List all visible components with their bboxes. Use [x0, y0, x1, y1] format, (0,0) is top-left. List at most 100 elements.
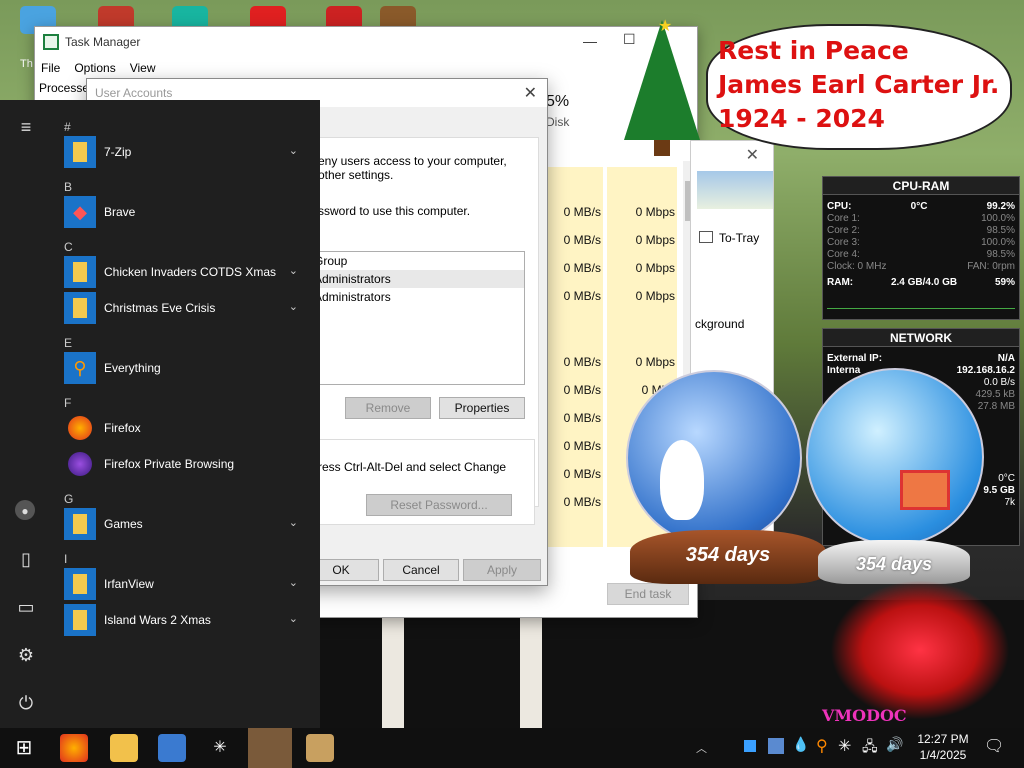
firefox-icon[interactable]	[60, 734, 88, 762]
start-app-item[interactable]: ◆ Brave	[64, 196, 312, 228]
start-app-item[interactable]: Firefox	[64, 412, 312, 444]
chevron-down-icon[interactable]: ⌄	[289, 144, 298, 157]
password-checkbox-label[interactable]: ssword to use this computer.	[318, 204, 470, 218]
minimize-icon[interactable]: —	[583, 33, 597, 49]
user-avatar-icon[interactable]: ●	[15, 500, 35, 520]
droplet-icon[interactable]: 💧	[792, 736, 809, 753]
signature-logo: VMODOC	[822, 706, 907, 725]
christmas-tree-image: ★	[624, 18, 700, 156]
end-task-button[interactable]: End task	[607, 583, 689, 605]
taskbar-clock[interactable]: 12:27 PM 1/4/2025	[914, 731, 972, 763]
list-item[interactable]: Administrators	[308, 288, 524, 306]
section-letter[interactable]: G	[64, 492, 73, 506]
menu-options[interactable]: Options	[74, 61, 115, 75]
to-tray-option[interactable]: To-Tray	[699, 231, 759, 245]
asterisk-icon[interactable]: ✳	[838, 736, 851, 756]
disk-temp: 0°C	[998, 473, 1015, 484]
browser-shape	[68, 416, 92, 440]
start-app-item[interactable]: Chicken Invaders COTDS Xmas ⌄	[64, 256, 312, 288]
folder-icon	[64, 508, 96, 540]
start-app-item[interactable]: Island Wars 2 Xmas ⌄	[64, 604, 312, 636]
properties-button[interactable]: Properties	[439, 397, 525, 419]
chevron-down-icon[interactable]: ⌄	[289, 576, 298, 589]
disk-size: 9.5 GB	[983, 485, 1015, 496]
tray-app-icon[interactable]	[744, 740, 756, 752]
ram-graph	[827, 293, 1015, 309]
settings-icon[interactable]: ⚙	[15, 644, 37, 666]
ram-used: 2.4 GB/4.0 GB	[890, 277, 958, 288]
documents-icon[interactable]: ▯	[15, 548, 37, 570]
desktop-icon-label: Th	[20, 58, 33, 70]
chevron-down-icon[interactable]: ⌄	[289, 516, 298, 529]
to-tray-label: To-Tray	[719, 231, 760, 245]
brave-icon: ◆	[64, 196, 96, 228]
section-letter[interactable]: #	[64, 120, 71, 134]
user-accounts-taskbar-icon[interactable]	[306, 734, 334, 762]
disk-column-header[interactable]: Disk	[546, 115, 569, 129]
neon-tree-image	[830, 580, 1010, 720]
ctrl-alt-del-text: ress Ctrl-Alt-Del and select Change	[318, 460, 507, 474]
start-app-item[interactable]: Games ⌄	[64, 508, 312, 540]
days-counter-right: 354 days	[818, 540, 970, 584]
section-letter[interactable]: C	[64, 240, 73, 254]
firefox-icon	[64, 412, 96, 444]
section-letter[interactable]: I	[64, 552, 67, 566]
clock-label: Clock: 0 MHz	[827, 261, 887, 272]
chevron-down-icon[interactable]: ⌄	[289, 612, 298, 625]
close-icon[interactable]: ✕	[746, 145, 759, 165]
search-shape: ⚲	[73, 357, 87, 378]
search-icon: ⚲	[64, 352, 96, 384]
users-icon[interactable]	[158, 734, 186, 762]
core-label: Core 4:	[827, 249, 860, 260]
start-app-item[interactable]: IrfanView ⌄	[64, 568, 312, 600]
cancel-button[interactable]: Cancel	[383, 559, 459, 581]
task-manager-taskbar-icon[interactable]	[248, 728, 292, 768]
chevron-down-icon[interactable]: ⌄	[289, 264, 298, 277]
section-letter[interactable]: F	[64, 396, 71, 410]
days-counter-left: 354 days	[630, 530, 826, 584]
app-name: Firefox Private Browsing	[104, 457, 235, 471]
volume-icon[interactable]: 🔊	[886, 736, 903, 753]
power-icon[interactable]: ⏻	[15, 692, 37, 714]
start-app-item[interactable]: 7-Zip ⌄	[64, 136, 312, 168]
hamburger-icon[interactable]: ≡	[15, 116, 37, 138]
users-list[interactable]: Group Administrators Administrators	[307, 251, 525, 385]
background-stripe	[382, 615, 404, 728]
windows-start-icon[interactable]: ⊞	[8, 734, 40, 762]
chevron-down-icon[interactable]: ⌄	[289, 300, 298, 313]
app-name: 7-Zip	[104, 145, 132, 159]
asterisk-icon[interactable]: ✳	[206, 734, 234, 762]
disk-percent: 5%	[546, 93, 570, 110]
folder-icon	[64, 604, 96, 636]
apply-button[interactable]: Apply	[463, 559, 541, 581]
tray-expand-icon[interactable]: ︿	[696, 740, 707, 756]
pictures-icon[interactable]: ▭	[15, 596, 37, 618]
firefox-private-icon	[64, 448, 96, 480]
memorial-line-3: 1924 - 2024	[718, 104, 885, 133]
list-item[interactable]: Administrators	[308, 270, 524, 288]
preview-image	[697, 171, 773, 209]
notifications-icon[interactable]: 🗨	[984, 736, 1004, 756]
search-icon[interactable]: ⚲	[816, 736, 828, 756]
network-cell: 0 Mbps	[635, 205, 675, 219]
section-letter[interactable]: E	[64, 336, 72, 350]
reset-password-button[interactable]: Reset Password...	[366, 494, 512, 516]
start-app-item[interactable]: Firefox Private Browsing	[64, 448, 312, 480]
password-section: ress Ctrl-Alt-Del and select Change Rese…	[307, 439, 535, 525]
start-app-item[interactable]: Christmas Eve Crisis ⌄	[64, 292, 312, 324]
close-icon[interactable]: ✕	[524, 83, 537, 103]
menu-file[interactable]: File	[41, 61, 60, 75]
file-explorer-icon[interactable]	[110, 734, 138, 762]
clock-date: 1/4/2025	[919, 748, 967, 762]
network-icon[interactable]: 🖧	[862, 736, 878, 760]
remove-button[interactable]: Remove	[345, 397, 431, 419]
start-app-item[interactable]: ⚲ Everything	[64, 352, 312, 384]
section-letter[interactable]: B	[64, 180, 72, 194]
list-item[interactable]: Group	[308, 252, 524, 270]
tray-app-icon[interactable]	[768, 738, 784, 754]
cpu-label: CPU:	[827, 201, 852, 212]
app-name: Brave	[104, 205, 136, 219]
browser-shape	[68, 452, 92, 476]
menu-view[interactable]: View	[130, 61, 156, 75]
task-manager-titlebar[interactable]: Task Manager — ☐	[35, 27, 697, 57]
